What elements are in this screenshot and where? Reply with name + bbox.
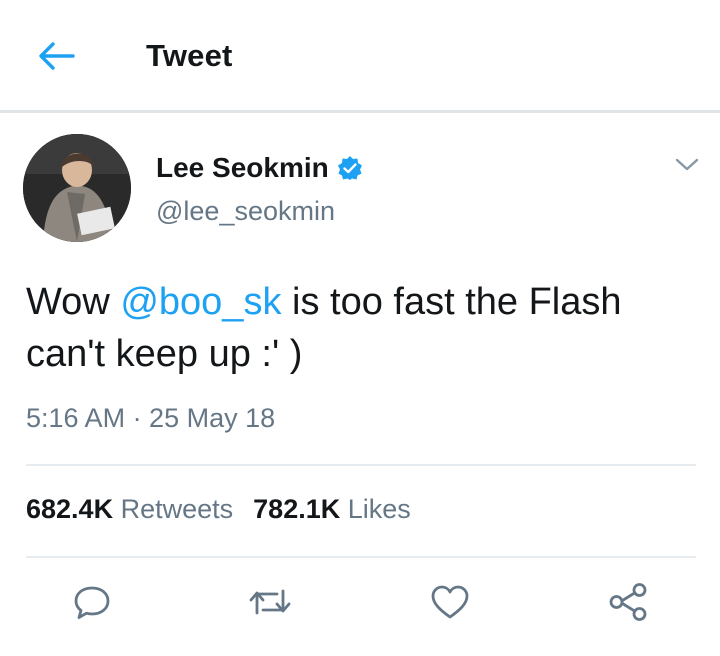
avatar[interactable] <box>23 134 131 242</box>
tweet-timestamp: 5:16 AM · 25 May 18 <box>26 403 276 433</box>
divider <box>26 464 696 466</box>
divider <box>26 556 696 558</box>
retweets-label: Retweets <box>120 494 234 524</box>
reply-button[interactable] <box>70 582 114 622</box>
likes-count: 782.1K <box>253 494 341 524</box>
share-icon <box>609 583 647 621</box>
tweet-text: Wow @boo_sk is too fast the Flash can't … <box>26 276 686 380</box>
verified-badge-icon <box>337 155 363 181</box>
tweet-text-start: Wow <box>26 281 121 323</box>
tweet-menu-button[interactable] <box>670 150 704 180</box>
like-button[interactable] <box>428 582 472 622</box>
avatar-image <box>23 134 131 242</box>
like-icon <box>431 585 469 619</box>
page-title: Tweet <box>146 38 233 73</box>
back-button[interactable] <box>34 36 78 76</box>
author-handle[interactable]: @lee_seokmin <box>156 196 335 227</box>
retweet-button[interactable] <box>248 582 292 622</box>
reply-icon <box>74 586 110 619</box>
tweet-stats: 682.4K Retweets 782.1K Likes <box>26 494 411 525</box>
retweet-icon <box>249 589 291 615</box>
author-name[interactable]: Lee Seokmin <box>156 152 329 184</box>
likes-label: Likes <box>347 494 411 524</box>
top-app-bar: Tweet <box>0 0 720 113</box>
likes-stat[interactable]: 782.1K Likes <box>253 494 411 524</box>
chevron-down-icon <box>675 158 699 171</box>
retweets-stat[interactable]: 682.4K Retweets <box>26 494 233 524</box>
mention-link[interactable]: @boo_sk <box>120 281 281 323</box>
retweets-count: 682.4K <box>26 494 114 524</box>
arrow-left-icon <box>39 42 75 70</box>
author-row: Lee Seokmin <box>156 152 363 184</box>
share-button[interactable] <box>606 582 650 622</box>
